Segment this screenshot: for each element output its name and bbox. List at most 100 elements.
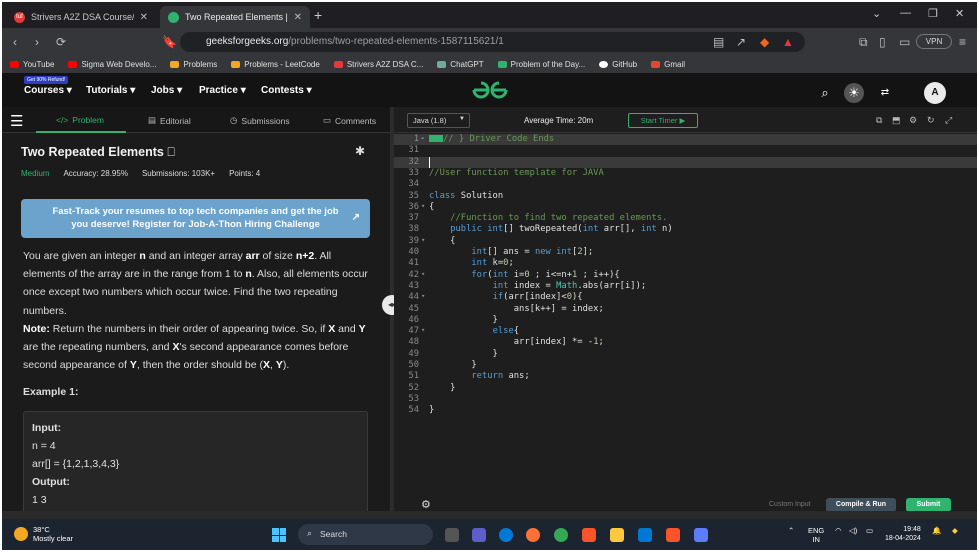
wallet-icon[interactable]: ▭ [899,35,910,49]
bookmark-item[interactable]: Gmail [651,60,685,69]
bookmark-item[interactable]: Problems [170,60,217,69]
search-icon[interactable]: ⌕ [815,83,835,103]
notification-icon[interactable]: 🔔 [932,526,941,535]
bookmark-item[interactable]: Problems - LeetCode [231,60,320,69]
code-area[interactable]: 1 ▸// } Driver Code Ends 31 32 33//User f… [394,134,977,479]
task-view-icon[interactable] [445,528,459,542]
hamburger-icon[interactable]: ☰ [10,112,23,130]
windows-taskbar: 38°C Mostly clear ⌕ Search ⌃ ENG IN ◠ ◁) ▭… [2,519,977,550]
taskbar-search[interactable]: ⌕ Search [298,524,433,545]
brave-active-icon[interactable] [666,528,680,542]
bookmark-item[interactable]: Strivers A2Z DSA C... [333,60,423,69]
close-tab-icon[interactable]: ✕ [294,12,302,23]
tab-search-icon[interactable]: ⌄ [872,7,881,20]
browser-tab[interactable]: tuf Strivers A2Z DSA Course/Sheet ✕ [6,6,156,28]
code-line: 46 } [408,314,498,325]
translate-icon[interactable]: ⇄ [875,83,895,103]
brave-shield-icon[interactable]: ◆ [760,35,769,49]
help-icon[interactable] [499,528,513,542]
copy-icon[interactable]: ⧉ [876,115,882,126]
chrome-icon[interactable] [554,528,568,542]
volume-icon[interactable]: ◁) [849,526,857,535]
tab-problem[interactable]: </> Problem [56,115,104,125]
refund-badge[interactable]: Get 90% Refund! [24,76,69,84]
close-tab-icon[interactable]: ✕ [140,12,148,23]
problem-stats: Medium Accuracy: 28.95% Submissions: 103… [21,169,260,178]
close-window-icon[interactable]: ✕ [955,7,964,20]
leetcode-icon [231,61,241,68]
new-tab-button[interactable]: + [314,7,322,23]
browser-tab-active[interactable]: Two Repeated Elements | Practic ✕ [160,6,310,28]
minimize-icon[interactable]: — [900,7,911,19]
vpn-button[interactable]: VPN [916,34,952,49]
nav-courses[interactable]: Courses ▾ [24,85,72,96]
input-arr: arr[] = {1,2,1,3,4,3} [32,458,120,470]
extensions-icon[interactable]: ⧉ [859,35,868,50]
hiring-banner[interactable]: Fast-Track your resumes to top tech comp… [21,199,370,238]
bookmarks-bar: YouTube Sigma Web Develo... Problems Pro… [2,56,977,73]
bookmark-item[interactable]: Problem of the Day... [497,60,585,69]
nav-practice[interactable]: Practice ▾ [199,85,246,96]
start-timer-button[interactable]: Start Timer ▶ [628,113,698,128]
tab-title: Strivers A2Z DSA Course/Sheet [31,12,134,22]
tab-comments[interactable]: ▭ Comments [323,115,376,126]
gear-icon[interactable]: ⚙ [421,498,431,511]
tray-chevron-icon[interactable]: ⌃ [788,526,794,535]
menu-icon[interactable]: ≡ [959,35,966,49]
battery-icon[interactable]: ▭ [866,526,873,535]
code-line: 47 ▾ else{ [408,326,520,337]
nav-tutorials[interactable]: Tutorials ▾ [86,85,135,96]
gfg-favicon [168,11,179,23]
custom-input-toggle[interactable]: Custom Input [769,501,811,508]
horizontal-scrollbar[interactable] [2,511,977,519]
theme-toggle-icon[interactable]: ☀ [844,83,864,103]
language-indicator[interactable]: ENG IN [808,526,824,544]
file-explorer-icon[interactable] [610,528,624,542]
windows-start-icon[interactable] [272,528,286,542]
restore-icon[interactable]: ❐ [928,7,938,20]
bookmark-item[interactable]: ChatGPT [437,60,484,69]
expand-icon[interactable]: ⤢ [945,115,952,126]
reset-icon[interactable]: ↻ [927,115,935,126]
brave-rewards-icon[interactable]: ▲ [782,35,794,49]
gfg-logo[interactable] [472,81,508,99]
reload-icon[interactable]: ⟳ [56,35,66,49]
nav-jobs[interactable]: Jobs ▾ [151,85,182,96]
code-line: 49 } [408,348,498,359]
teams-icon[interactable] [472,528,486,542]
submit-button[interactable]: Submit [906,498,951,512]
brave-icon[interactable] [582,528,596,542]
firefox-icon[interactable] [526,528,540,542]
youtube-icon [68,61,78,68]
bookmark-item[interactable]: YouTube [10,60,54,69]
settings-icon[interactable]: ⚙ [909,115,917,126]
share-icon[interactable]: ↗ [736,35,746,49]
editor-footer: ⚙ Custom Input Compile & Run Submit [394,496,977,512]
tab-editorial[interactable]: ▤ Editorial [148,115,191,126]
vscode-icon[interactable] [638,528,652,542]
notepad-icon[interactable] [694,528,708,542]
fullscreen-icon[interactable]: ⬒ [892,115,901,126]
copilot-icon[interactable]: ◆ [952,526,958,535]
bookmark-icon[interactable]: ⎕ [167,145,175,159]
bookmark-icon[interactable]: 🔖 [162,35,177,49]
system-clock[interactable]: 19:48 18-04-2024 [885,525,921,543]
compile-run-button[interactable]: Compile & Run [826,498,896,512]
example-box: Input: n = 4 arr[] = {1,2,1,3,4,3} Outpu… [23,411,368,511]
sidebar-icon[interactable]: ▯ [879,35,886,49]
wifi-icon[interactable]: ◠ [835,526,842,535]
report-bug-icon[interactable]: ✱ [355,144,365,158]
weather-widget[interactable]: 38°C Mostly clear [14,525,73,543]
url-bar[interactable]: geeksforgeeks.org/problems/two-repeated-… [180,32,805,52]
bookmark-item[interactable]: Sigma Web Develo... [68,60,156,69]
avatar[interactable]: A [924,82,946,104]
forward-icon[interactable]: › [35,35,39,49]
bookmark-item[interactable]: GitHub [599,60,637,69]
nav-contests[interactable]: Contests ▾ [261,85,312,96]
reader-icon[interactable]: ▤ [713,35,724,49]
tab-submissions[interactable]: ◷ Submissions [230,115,290,126]
gfg-icon [497,61,507,68]
back-icon[interactable]: ‹ [13,35,17,49]
code-line: 43 int index = Math.abs(arr[i]); [408,280,647,291]
language-select[interactable]: Java (1.8) ▼ [407,113,470,128]
